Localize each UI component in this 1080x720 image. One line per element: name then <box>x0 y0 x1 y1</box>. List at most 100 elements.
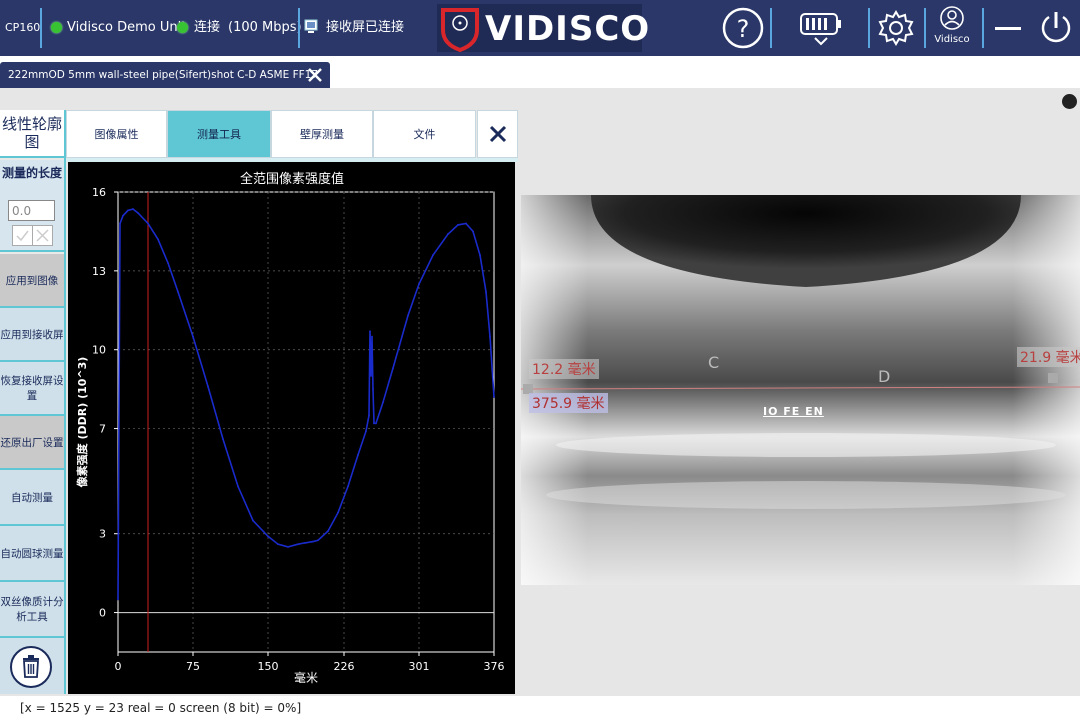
data-point <box>375 422 377 425</box>
x-tick-label: 376 <box>484 660 505 673</box>
data-point <box>493 396 495 398</box>
battery-button[interactable] <box>790 4 850 52</box>
clear-button[interactable] <box>32 225 53 246</box>
factory-reset-button[interactable]: 还原出厂设置 <box>0 416 64 470</box>
profile-line-end-handle[interactable] <box>1048 373 1058 383</box>
y-tick-label: 10 <box>92 344 106 357</box>
side-nav: 线性轮廓图 测量的长度 应用到图像 应用到接收屏 恢复接收屏设置 还原出厂设置 … <box>0 110 66 694</box>
data-point <box>119 222 121 225</box>
tab-image-properties[interactable]: 图像属性 <box>66 110 167 158</box>
tab-wall-thickness[interactable]: 壁厚测量 <box>271 110 373 158</box>
close-panel-button[interactable] <box>477 110 518 158</box>
data-point <box>372 388 374 391</box>
position-label-c: C <box>708 353 720 372</box>
receiver-icon <box>304 19 320 35</box>
close-tab-button[interactable] <box>306 66 324 84</box>
data-point <box>277 543 279 546</box>
separator <box>982 8 984 48</box>
apply-to-image-button[interactable]: 应用到图像 <box>0 254 64 308</box>
data-point <box>237 485 239 488</box>
data-point <box>347 485 349 488</box>
user-button[interactable]: Vidisco <box>928 4 976 52</box>
help-icon: ? <box>722 7 764 49</box>
close-icon <box>308 68 322 82</box>
data-point <box>327 530 329 532</box>
minimize-icon <box>995 27 1021 30</box>
apply-to-receiver-button[interactable]: 应用到接收屏 <box>0 308 64 362</box>
x-tick-label: 301 <box>409 660 430 673</box>
chart-x-label: 毫米 <box>294 670 318 685</box>
help-button[interactable]: ? <box>718 4 768 52</box>
annotation-left-bottom: 375.9 毫米 <box>529 393 608 413</box>
close-icon <box>489 125 506 143</box>
data-point <box>365 430 367 433</box>
y-tick-label: 7 <box>99 423 106 436</box>
tab-measure-tools[interactable]: 测量工具 <box>167 110 271 158</box>
delete-button[interactable] <box>10 646 52 688</box>
connection-status-dot <box>51 22 62 33</box>
data-point <box>489 335 491 338</box>
data-point <box>317 539 319 542</box>
profile-chart: 全范围像素强度值 0 75 150 226 301 376 0 3 7 10 13 16 毫米 像素强… <box>68 162 515 694</box>
lead-marker: IO FE EN <box>763 405 824 418</box>
power-button[interactable] <box>1034 4 1078 52</box>
xray-image-canvas <box>521 195 1080 585</box>
xray-image[interactable]: 12.2 毫米 375.9 毫米 21.9 毫米 C D IO FE EN <box>521 195 1080 585</box>
data-point <box>252 519 254 522</box>
check-icon <box>16 230 29 242</box>
tab-file[interactable]: 文件 <box>373 110 476 158</box>
data-point <box>369 330 371 333</box>
trash-icon <box>23 655 39 678</box>
data-point <box>447 233 449 235</box>
data-point <box>472 230 474 233</box>
data-point <box>465 222 467 225</box>
unit-name: Vidisco Demo Unit <box>67 20 187 35</box>
auto-ball-measure-button[interactable]: 自动圆球测量 <box>0 526 64 582</box>
record-indicator <box>1062 94 1077 109</box>
document-tab[interactable]: 222mmOD 5mm wall-steel pipe(Sifert)shot … <box>0 62 330 88</box>
minimize-button[interactable] <box>988 4 1028 52</box>
separator <box>770 8 772 48</box>
data-point <box>117 598 119 601</box>
position-label-d: D <box>878 367 891 386</box>
data-point <box>222 438 224 440</box>
separator <box>40 8 42 48</box>
data-point <box>337 511 339 514</box>
data-point <box>357 453 359 456</box>
x-tick-label: 226 <box>334 660 355 673</box>
duplex-iqi-tool-button[interactable]: 双丝像质计分析工具 <box>0 582 64 638</box>
document-tab-label: 222mmOD 5mm wall-steel pipe(Sifert)shot … <box>8 69 319 81</box>
data-point <box>432 254 434 256</box>
data-point <box>370 375 372 377</box>
data-point <box>127 209 129 212</box>
measure-length-input[interactable] <box>8 200 55 221</box>
measure-length-label: 测量的长度 <box>2 166 63 180</box>
y-tick-label: 0 <box>99 607 106 620</box>
restore-receiver-button[interactable]: 恢复接收屏设置 <box>0 362 64 416</box>
data-point <box>287 545 289 548</box>
profile-title: 线性轮廓图 <box>0 110 64 158</box>
data-point <box>207 385 209 388</box>
auto-measure-button[interactable]: 自动测量 <box>0 470 64 526</box>
separator <box>298 8 300 48</box>
data-point <box>457 223 459 226</box>
annotation-left-top: 12.2 毫米 <box>529 359 599 379</box>
logo-text: VIDISCO <box>485 9 651 49</box>
settings-button[interactable] <box>872 4 920 52</box>
data-point <box>177 290 179 293</box>
x-tick-label: 75 <box>186 660 200 673</box>
profile-chart-panel: 全范围像素强度值 0 75 150 226 301 376 0 3 7 10 13 16 毫米 像素强… <box>68 162 515 694</box>
data-point <box>147 222 149 225</box>
data-point <box>368 414 370 417</box>
measure-length-group: 测量的长度 <box>0 160 64 252</box>
data-point <box>137 212 139 214</box>
svg-text:?: ? <box>737 15 750 43</box>
data-point <box>373 422 375 425</box>
data-point <box>267 535 269 538</box>
chart-y-label: 像素强度 (DDR) (10^3) <box>75 357 89 488</box>
data-point <box>407 314 409 317</box>
data-point <box>167 262 169 264</box>
data-point <box>371 335 373 338</box>
x-tick-label: 0 <box>115 660 122 673</box>
confirm-button[interactable] <box>12 225 33 246</box>
